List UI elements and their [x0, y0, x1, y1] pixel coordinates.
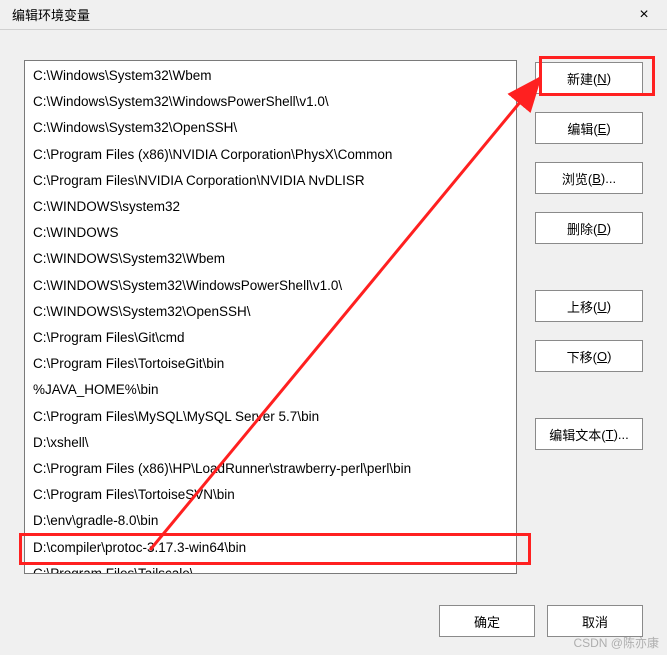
list-item[interactable]: C:\Program Files\NVIDIA Corporation\NVID…	[27, 168, 514, 194]
list-item[interactable]: C:\Program Files\Git\cmd	[27, 325, 514, 351]
list-item[interactable]: C:\WINDOWS	[27, 220, 514, 246]
list-item[interactable]: C:\Program Files\TortoiseSVN\bin	[27, 482, 514, 508]
list-item[interactable]: C:\Program Files\TortoiseGit\bin	[27, 351, 514, 377]
moveup-button[interactable]: 上移(U)	[535, 290, 643, 322]
list-item[interactable]: D:\compiler\protoc-3.17.3-win64\bin	[27, 535, 514, 561]
list-item[interactable]: C:\Program Files\MySQL\MySQL Server 5.7\…	[27, 404, 514, 430]
close-icon: ×	[639, 6, 648, 24]
edittext-button[interactable]: 编辑文本(T)...	[535, 418, 643, 450]
list-item[interactable]: C:\WINDOWS\System32\WindowsPowerShell\v1…	[27, 273, 514, 299]
dialog-footer: 确定 取消	[439, 605, 643, 637]
list-item[interactable]: C:\Program Files (x86)\NVIDIA Corporatio…	[27, 142, 514, 168]
list-item[interactable]: C:\Program Files (x86)\HP\LoadRunner\str…	[27, 456, 514, 482]
browse-button[interactable]: 浏览(B)...	[535, 162, 643, 194]
watermark: CSDN @陈亦康	[573, 634, 659, 651]
list-item[interactable]: %JAVA_HOME%\bin	[27, 377, 514, 403]
list-item[interactable]: C:\Windows\System32\WindowsPowerShell\v1…	[27, 89, 514, 115]
list-item[interactable]: C:\Program Files\Tailscale\	[27, 561, 514, 574]
list-item[interactable]: C:\WINDOWS\System32\Wbem	[27, 246, 514, 272]
title-bar: 编辑环境变量 ×	[0, 0, 667, 30]
close-button[interactable]: ×	[621, 0, 667, 30]
new-button[interactable]: 新建(N)	[535, 62, 643, 94]
path-listbox[interactable]: C:\Windows\System32\WbemC:\Windows\Syste…	[24, 60, 517, 574]
list-item[interactable]: C:\WINDOWS\system32	[27, 194, 514, 220]
movedown-button[interactable]: 下移(O)	[535, 340, 643, 372]
ok-button[interactable]: 确定	[439, 605, 535, 637]
window-title: 编辑环境变量	[12, 5, 90, 24]
cancel-button[interactable]: 取消	[547, 605, 643, 637]
list-item[interactable]: C:\WINDOWS\System32\OpenSSH\	[27, 299, 514, 325]
edit-button[interactable]: 编辑(E)	[535, 112, 643, 144]
side-buttons: 新建(N) 编辑(E) 浏览(B)... 删除(D) 上移(U) 下移(O) 编…	[535, 60, 643, 605]
dialog-body: C:\Windows\System32\WbemC:\Windows\Syste…	[0, 30, 667, 655]
delete-button[interactable]: 删除(D)	[535, 212, 643, 244]
list-item[interactable]: D:\env\gradle-8.0\bin	[27, 508, 514, 534]
list-item[interactable]: D:\xshell\	[27, 430, 514, 456]
list-item[interactable]: C:\Windows\System32\OpenSSH\	[27, 115, 514, 141]
list-item[interactable]: C:\Windows\System32\Wbem	[27, 63, 514, 89]
